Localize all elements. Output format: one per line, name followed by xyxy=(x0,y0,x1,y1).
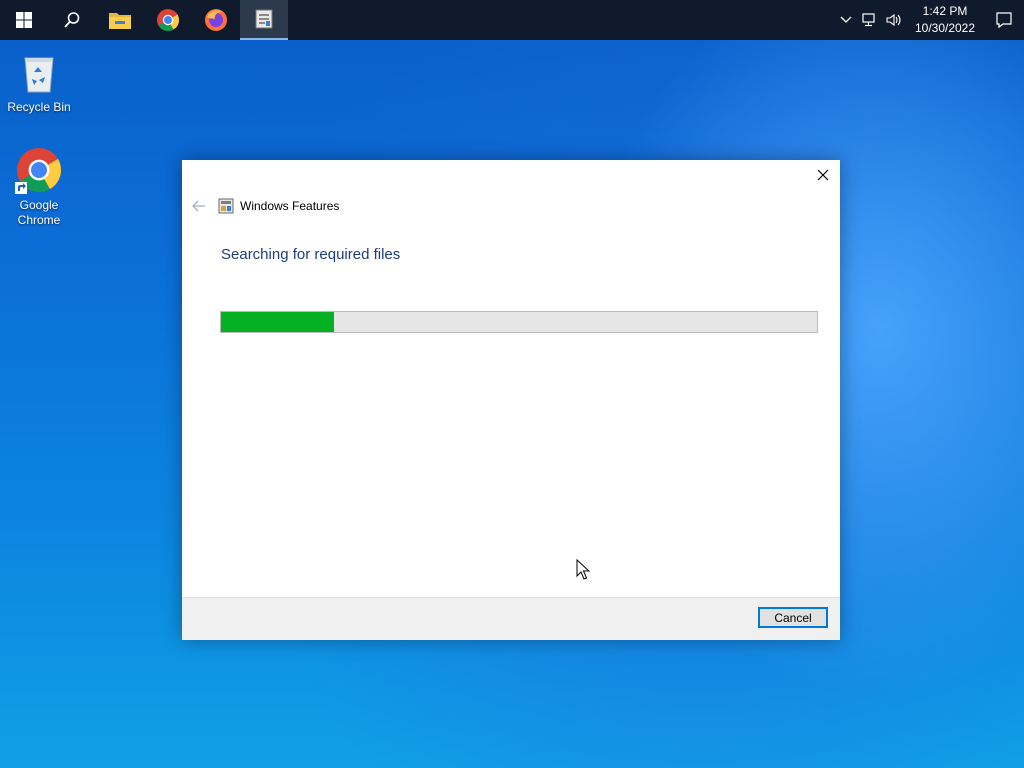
action-center-button[interactable] xyxy=(984,0,1024,40)
dialog-title: Windows Features xyxy=(240,199,340,213)
windows-features-icon xyxy=(255,9,273,29)
windows-features-icon xyxy=(218,198,234,214)
search-button[interactable] xyxy=(48,0,96,40)
close-icon xyxy=(817,169,829,181)
file-explorer-icon xyxy=(109,13,131,29)
notification-icon xyxy=(996,12,1012,29)
search-icon xyxy=(64,12,80,28)
windows-features-dialog: Windows Features Searching for required … xyxy=(182,160,840,640)
start-button[interactable] xyxy=(0,0,48,40)
shortcut-arrow-icon xyxy=(15,182,27,194)
close-button[interactable] xyxy=(814,166,832,184)
taskbar-windows-features[interactable] xyxy=(240,0,288,40)
dialog-header: Windows Features xyxy=(190,196,339,216)
network-button[interactable] xyxy=(858,0,882,40)
dialog-footer: Cancel xyxy=(182,597,840,640)
show-hidden-icons-button[interactable] xyxy=(834,0,858,40)
desktop-icon-label: Google Chrome xyxy=(17,198,61,227)
clock-date: 10/30/2022 xyxy=(914,21,976,35)
mouse-cursor-icon xyxy=(576,559,590,580)
desktop-icon-recycle-bin[interactable]: Recycle Bin xyxy=(1,48,77,115)
progress-bar-fill xyxy=(221,312,335,332)
speaker-icon xyxy=(886,13,901,27)
chevron-up-icon xyxy=(840,16,852,23)
status-heading: Searching for required files xyxy=(221,246,401,263)
firefox-icon xyxy=(205,9,227,31)
chrome-icon xyxy=(15,146,63,194)
back-button[interactable] xyxy=(190,197,208,215)
system-tray: 1:42 PM 10/30/2022 xyxy=(834,0,1024,40)
clock-time: 1:42 PM xyxy=(922,4,968,18)
taskbar-firefox[interactable] xyxy=(192,0,240,40)
progress-bar xyxy=(220,311,818,333)
back-arrow-icon xyxy=(192,200,205,212)
taskbar-chrome[interactable] xyxy=(144,0,192,40)
cancel-button[interactable]: Cancel xyxy=(758,607,828,628)
volume-button[interactable] xyxy=(882,0,906,40)
desktop-icon-google-chrome[interactable]: Google Chrome xyxy=(1,146,77,228)
taskbar-file-explorer[interactable] xyxy=(96,0,144,40)
network-icon xyxy=(862,13,875,27)
desktop-icon-label: Recycle Bin xyxy=(7,100,71,114)
chrome-icon xyxy=(157,9,179,31)
windows-logo-icon xyxy=(16,12,32,28)
recycle-bin-icon xyxy=(15,48,63,96)
taskbar: 1:42 PM 10/30/2022 xyxy=(0,0,1024,40)
clock[interactable]: 1:42 PM 10/30/2022 xyxy=(910,3,980,37)
